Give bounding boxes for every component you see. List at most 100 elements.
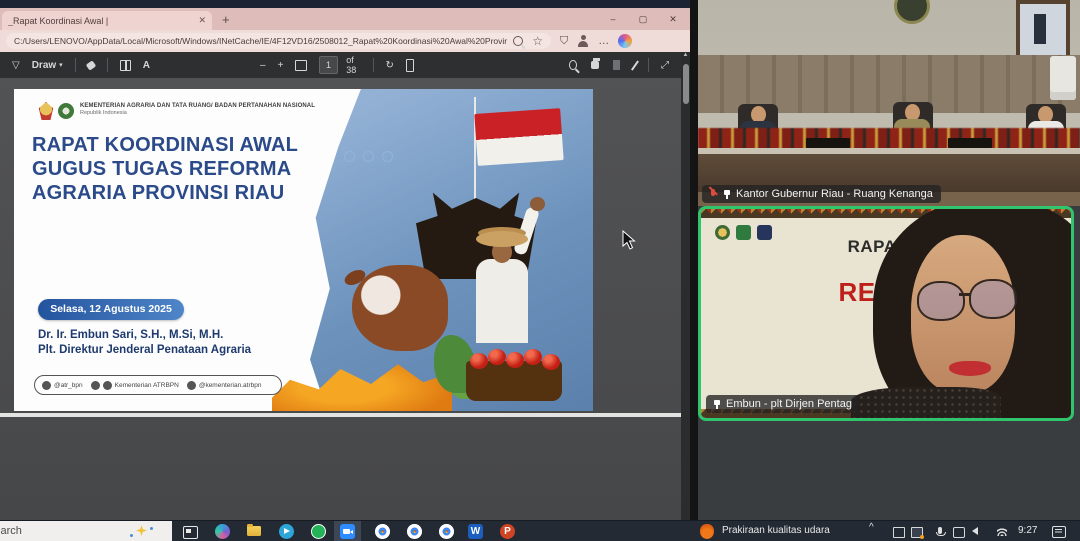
tomato bbox=[488, 349, 506, 365]
save-icon[interactable] bbox=[613, 60, 620, 70]
search-doc-icon[interactable] bbox=[569, 60, 577, 70]
taskbar-search[interactable]: Search bbox=[0, 521, 172, 541]
weather-icon[interactable] bbox=[700, 524, 714, 539]
fit-width-icon[interactable] bbox=[295, 60, 306, 71]
browser-tab[interactable]: _Rapat Koordinasi Awal | ✕ bbox=[2, 11, 212, 30]
file-explorer-icon[interactable] bbox=[247, 526, 261, 536]
video-tile-speaker[interactable]: RAPAT KOOR GUGUS REFORMA PRO Embun - plt… bbox=[698, 206, 1074, 421]
telegram-icon[interactable] bbox=[279, 524, 294, 539]
draw-caret-icon[interactable]: ▾ bbox=[59, 61, 63, 69]
name-plate bbox=[948, 138, 992, 148]
wall-emblem bbox=[894, 0, 930, 24]
more-menu-icon[interactable]: … bbox=[598, 35, 609, 47]
room-name: Kantor Gubernur Riau - Ruang Kenanga bbox=[736, 188, 933, 200]
mouse-cursor bbox=[622, 230, 636, 250]
select-tool-icon[interactable]: ▽ bbox=[12, 60, 20, 71]
tray-camera-icon[interactable] bbox=[953, 527, 965, 538]
twitter-handle: @atr_bpn bbox=[54, 382, 83, 389]
annotate-pen-icon[interactable] bbox=[631, 60, 639, 70]
page-number-input[interactable]: 1 bbox=[319, 56, 338, 74]
desktop: Kantor Gubernur Riau - Ruang Kenanga RAP… bbox=[0, 0, 1080, 541]
tray-network-icon[interactable] bbox=[997, 528, 1007, 536]
screen-share-icon[interactable] bbox=[911, 527, 923, 538]
tray-app-icon[interactable] bbox=[893, 527, 905, 538]
page-view-icon[interactable] bbox=[406, 59, 415, 72]
speaker-title-text: Plt. Direktur Jenderal Penataan Agraria bbox=[38, 344, 251, 356]
edge-taskbar-icon[interactable] bbox=[215, 524, 230, 539]
banner-logo-3 bbox=[757, 225, 772, 240]
tab-close-icon[interactable]: ✕ bbox=[198, 15, 206, 26]
slide-title: RAPAT KOORDINASI AWAL GUGUS TUGAS REFORM… bbox=[32, 133, 298, 205]
zoom-page-icon[interactable] bbox=[513, 36, 523, 46]
page-layout-icon[interactable] bbox=[120, 60, 131, 71]
weather-label[interactable]: Prakiraan kualitas udara bbox=[722, 525, 830, 536]
facebook-icon bbox=[91, 381, 100, 390]
collections-icon[interactable]: ⛉ bbox=[560, 35, 568, 48]
participant-label-room: Kantor Gubernur Riau - Ruang Kenanga bbox=[702, 185, 941, 203]
chrome-icon[interactable] bbox=[375, 524, 390, 539]
ministry-header: KEMENTERIAN AGRARIA DAN TATA RUANG/ BADA… bbox=[80, 103, 315, 116]
read-aloud-icon[interactable]: A bbox=[143, 60, 150, 71]
farmer-hat bbox=[476, 231, 528, 247]
slide-page-1: KEMENTERIAN AGRARIA DAN TATA RUANG/ BADA… bbox=[14, 89, 593, 411]
wall-picture-frame bbox=[1016, 0, 1070, 62]
whatsapp-icon[interactable] bbox=[311, 524, 326, 539]
new-tab-button[interactable]: + bbox=[222, 12, 230, 27]
fullscreen-icon[interactable]: ⤢ bbox=[661, 60, 669, 71]
viewer-scrollbar[interactable]: ▲ bbox=[681, 52, 690, 520]
tomato bbox=[506, 352, 524, 368]
name-plate bbox=[806, 138, 850, 148]
speaker-name-text: Dr. Ir. Embun Sari, S.H., M.Si, M.H. bbox=[38, 329, 223, 341]
instagram-handle: @kementerian.atrbpn bbox=[199, 382, 262, 389]
zoom-taskbar-icon[interactable] bbox=[340, 524, 355, 539]
tray-microphone-icon[interactable] bbox=[938, 527, 942, 534]
draw-button[interactable]: Draw bbox=[32, 60, 56, 71]
mic-muted-icon bbox=[708, 189, 717, 199]
speaker-name: Embun - plt Dirjen Pentag bbox=[726, 398, 852, 410]
word-icon[interactable]: W bbox=[468, 524, 483, 539]
date-badge: Selasa, 12 Agustus 2025 bbox=[38, 299, 184, 320]
pdf-toolbar: ▽ Draw ▾ A – + 1 of 38 ↻ ⤢ ⚙ bbox=[0, 52, 690, 78]
close-button[interactable]: ✕ bbox=[660, 10, 686, 28]
document-viewer: KEMENTERIAN AGRARIA DAN TATA RUANG/ BADA… bbox=[0, 78, 681, 520]
garuda-logo bbox=[38, 102, 54, 120]
page-separator bbox=[0, 413, 681, 417]
tab-title: _Rapat Koordinasi Awal | bbox=[8, 16, 194, 26]
video-tile-meeting-room[interactable]: Kantor Gubernur Riau - Ruang Kenanga bbox=[698, 0, 1080, 206]
taskbar: Search W P Prakiraan kualitas udara ^ bbox=[0, 520, 1080, 541]
tray-speaker-icon[interactable] bbox=[972, 527, 978, 535]
address-bar[interactable]: C:/Users/LENOVO/AppData/Local/Microsoft/… bbox=[6, 33, 551, 49]
scroll-up-icon[interactable]: ▲ bbox=[681, 52, 690, 58]
tray-clock[interactable]: 9:27 bbox=[1018, 525, 1037, 536]
youtube-icon bbox=[103, 381, 112, 390]
zoom-in-button[interactable]: + bbox=[278, 60, 284, 71]
powerpoint-icon[interactable]: P bbox=[500, 524, 515, 539]
banner-logo-2 bbox=[736, 225, 751, 240]
search-sparkle-icon bbox=[136, 525, 147, 536]
cow-graphic bbox=[352, 265, 448, 351]
zoom-out-button[interactable]: – bbox=[260, 60, 266, 71]
print-icon[interactable] bbox=[591, 61, 599, 69]
restore-button[interactable]: ▢ bbox=[630, 10, 656, 28]
ministry-line2: Republik Indonesia bbox=[80, 110, 315, 116]
url-text[interactable]: C:/Users/LENOVO/AppData/Local/Microsoft/… bbox=[14, 36, 507, 46]
chrome-icon-2[interactable] bbox=[407, 524, 422, 539]
tray-chevron-icon[interactable]: ^ bbox=[869, 522, 874, 533]
rotate-icon[interactable]: ↻ bbox=[386, 60, 394, 71]
minimize-button[interactable]: – bbox=[600, 10, 626, 28]
task-view-button[interactable] bbox=[183, 526, 198, 539]
url-bar-row: C:/Users/LENOVO/AppData/Local/Microsoft/… bbox=[0, 30, 690, 52]
decorative-circles bbox=[344, 151, 393, 162]
notification-center-icon[interactable] bbox=[1052, 526, 1066, 538]
favorite-star-icon[interactable]: ☆ bbox=[532, 34, 543, 48]
pin-icon bbox=[712, 400, 721, 409]
eraser-icon[interactable] bbox=[86, 60, 97, 70]
profile-avatar-icon[interactable] bbox=[577, 35, 589, 47]
title-line3: AGRARIA PROVINSI RIAU bbox=[32, 181, 298, 205]
scrollbar-thumb[interactable] bbox=[683, 64, 689, 104]
chrome-icon-3[interactable] bbox=[439, 524, 454, 539]
title-line1: RAPAT KOORDINASI AWAL bbox=[32, 133, 298, 157]
farmer-fist bbox=[530, 197, 545, 211]
speaker-shoulders bbox=[851, 387, 1001, 421]
copilot-icon[interactable] bbox=[618, 34, 632, 48]
